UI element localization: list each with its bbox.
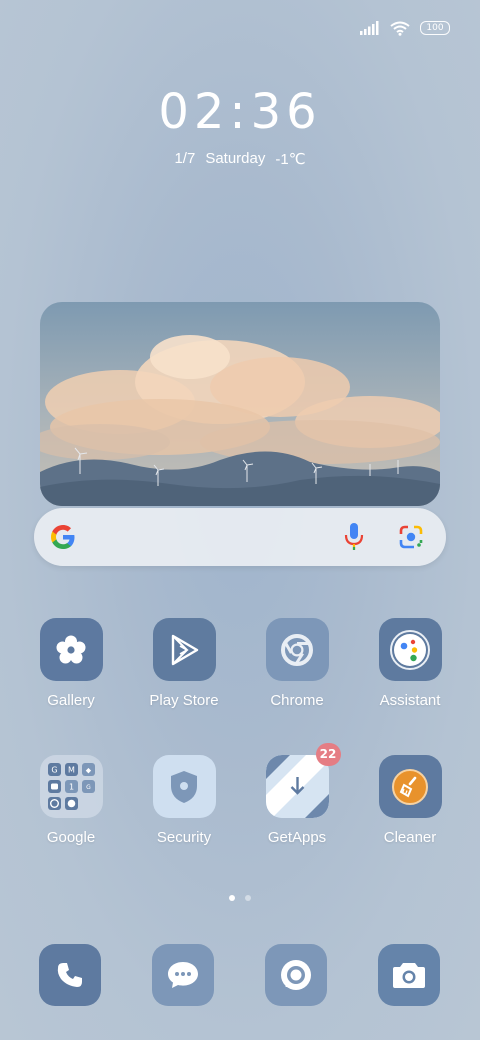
- signal-icon: [360, 21, 379, 35]
- app-assistant[interactable]: Assistant: [360, 618, 460, 709]
- app-label: Google: [46, 829, 96, 846]
- gallery-icon: [39, 618, 103, 681]
- dock-browser[interactable]: [265, 944, 327, 1006]
- app-label: Security: [156, 829, 212, 846]
- assistant-icon: [378, 618, 442, 681]
- dock-messages[interactable]: [152, 944, 214, 1006]
- svg-text:◆: ◆: [85, 767, 91, 775]
- cleaner-icon: [378, 755, 442, 818]
- app-play-store[interactable]: Play Store: [134, 618, 234, 709]
- app-security[interactable]: Security: [134, 755, 234, 846]
- app-getapps[interactable]: 22 GetApps: [247, 743, 347, 846]
- lens-icon[interactable]: [398, 524, 424, 550]
- browser-icon: [281, 960, 311, 990]
- getapps-icon: 22: [265, 743, 341, 818]
- page-dot[interactable]: [245, 895, 251, 901]
- messages-icon: [168, 962, 198, 988]
- svg-text:1: 1: [68, 783, 73, 792]
- chrome-icon: [265, 618, 329, 681]
- cloud-landscape-image: [40, 302, 440, 506]
- google-search-bar[interactable]: [34, 508, 446, 566]
- app-gallery[interactable]: Gallery: [21, 618, 121, 709]
- clock[interactable]: 02:36: [0, 84, 480, 140]
- app-label: Play Store: [149, 692, 219, 709]
- wifi-icon: [390, 21, 410, 36]
- folder-google[interactable]: G M ◆ 1 G Google: [21, 755, 121, 846]
- mic-icon[interactable]: [344, 522, 364, 552]
- page-indicator[interactable]: [0, 895, 480, 901]
- app-label: GetApps: [267, 829, 327, 846]
- phone-icon: [57, 963, 82, 987]
- dock-phone[interactable]: [39, 944, 101, 1006]
- folder-icon: G M ◆ 1 G: [39, 755, 103, 818]
- app-label: Gallery: [47, 692, 95, 709]
- notification-badge: 22: [315, 743, 341, 766]
- battery-icon: 100: [420, 21, 450, 35]
- page-dot-active[interactable]: [229, 895, 235, 901]
- svg-text:M: M: [68, 766, 75, 775]
- picture-widget[interactable]: [40, 302, 440, 506]
- app-cleaner[interactable]: Cleaner: [360, 755, 460, 846]
- date-weather[interactable]: 1/7 Saturday -1℃: [0, 150, 480, 168]
- date-label: 1/7: [174, 150, 196, 167]
- app-label: Assistant: [379, 692, 441, 709]
- status-bar: 100: [360, 18, 450, 38]
- camera-icon: [393, 963, 425, 988]
- svg-text:G: G: [86, 784, 91, 791]
- app-label: Cleaner: [383, 829, 437, 846]
- app-label: Chrome: [270, 692, 324, 709]
- day-label: Saturday: [205, 150, 266, 167]
- temperature-label: -1℃: [275, 151, 306, 168]
- play-store-icon: [152, 618, 216, 681]
- dock-camera[interactable]: [378, 944, 440, 1006]
- svg-text:G: G: [51, 766, 57, 775]
- security-icon: [152, 755, 216, 818]
- google-logo: [51, 525, 75, 549]
- app-chrome[interactable]: Chrome: [247, 618, 347, 709]
